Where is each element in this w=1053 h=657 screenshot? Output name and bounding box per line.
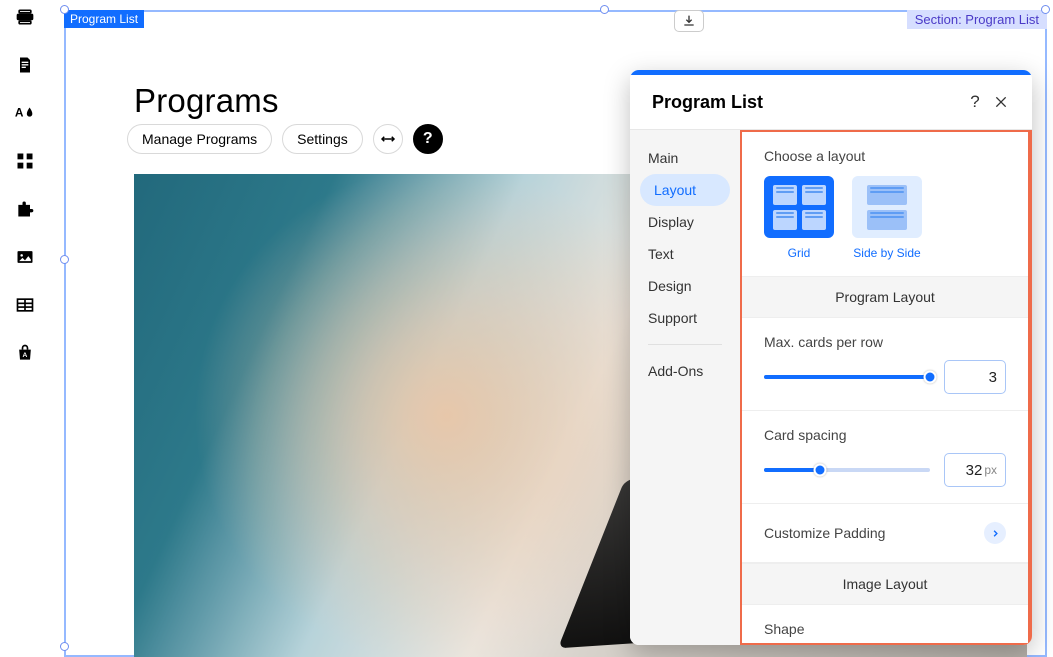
resize-handle[interactable] (60, 255, 69, 264)
card-spacing-unit: px (984, 463, 997, 477)
max-cards-slider[interactable] (764, 375, 930, 379)
image-layout-header: Image Layout (742, 563, 1028, 605)
panel-header: Program List ? (630, 75, 1032, 129)
program-layout-header: Program Layout (742, 276, 1028, 318)
tab-main[interactable]: Main (630, 142, 740, 174)
max-cards-input[interactable]: 3 (944, 360, 1006, 394)
page-title: Programs (134, 82, 279, 120)
program-list-tag[interactable]: Program List (64, 10, 144, 28)
card-spacing-value: 32 (966, 462, 983, 479)
left-rail: A A (0, 0, 50, 657)
layout-option-sidebyside-label: Side by Side (853, 246, 920, 260)
tab-layout[interactable]: Layout (640, 174, 730, 206)
close-icon[interactable] (988, 89, 1014, 115)
settings-button[interactable]: Settings (282, 124, 363, 154)
store-icon[interactable]: A (14, 342, 36, 364)
panel-help-icon[interactable]: ? (962, 89, 988, 115)
layout-option-grid-label: Grid (788, 246, 811, 260)
page-icon[interactable] (14, 54, 36, 76)
table-icon[interactable] (14, 294, 36, 316)
font-drop-icon[interactable]: A (14, 102, 36, 124)
resize-handle[interactable] (60, 5, 69, 14)
layout-option-grid[interactable]: Grid (764, 176, 834, 260)
tab-addons[interactable]: Add-Ons (630, 355, 740, 387)
panel-title: Program List (652, 92, 962, 113)
resize-handle[interactable] (60, 642, 69, 651)
choose-layout-label: Choose a layout (764, 148, 1006, 164)
layout-option-sidebyside[interactable]: Side by Side (852, 176, 922, 260)
card-spacing-slider[interactable] (764, 468, 930, 472)
resize-handle[interactable] (1041, 5, 1050, 14)
svg-text:A: A (15, 106, 24, 120)
tab-design[interactable]: Design (630, 270, 740, 302)
shape-label: Shape (764, 621, 1006, 637)
customize-padding-row[interactable]: Customize Padding (742, 504, 1028, 563)
chevron-right-icon (984, 522, 1006, 544)
layers-icon[interactable] (14, 6, 36, 28)
panel-sidebar: Main Layout Display Text Design Support … (630, 130, 740, 645)
tab-text[interactable]: Text (630, 238, 740, 270)
manage-programs-button[interactable]: Manage Programs (127, 124, 272, 154)
card-spacing-label: Card spacing (764, 427, 1006, 443)
tab-display[interactable]: Display (630, 206, 740, 238)
resize-handle[interactable] (600, 5, 609, 14)
help-button[interactable]: ? (413, 124, 443, 154)
max-cards-label: Max. cards per row (764, 334, 1006, 350)
card-spacing-input[interactable]: 32 px (944, 453, 1006, 487)
max-cards-value: 3 (989, 369, 997, 386)
puzzle-icon[interactable] (14, 198, 36, 220)
import-button[interactable] (674, 10, 704, 32)
stretch-button[interactable] (373, 124, 403, 154)
settings-panel: Program List ? Main Layout Display Text … (630, 70, 1032, 645)
sidebar-divider (648, 344, 722, 345)
canvas: Program List Section: Program List Progr… (50, 0, 1053, 657)
image-icon[interactable] (14, 246, 36, 268)
section-tag[interactable]: Section: Program List (907, 10, 1047, 29)
tab-support[interactable]: Support (630, 302, 740, 334)
customize-padding-label: Customize Padding (764, 525, 885, 541)
grid-icon[interactable] (14, 150, 36, 172)
component-toolbar: Manage Programs Settings ? (127, 124, 443, 154)
panel-content: Choose a layout Grid (740, 130, 1032, 645)
svg-text:A: A (23, 352, 28, 359)
